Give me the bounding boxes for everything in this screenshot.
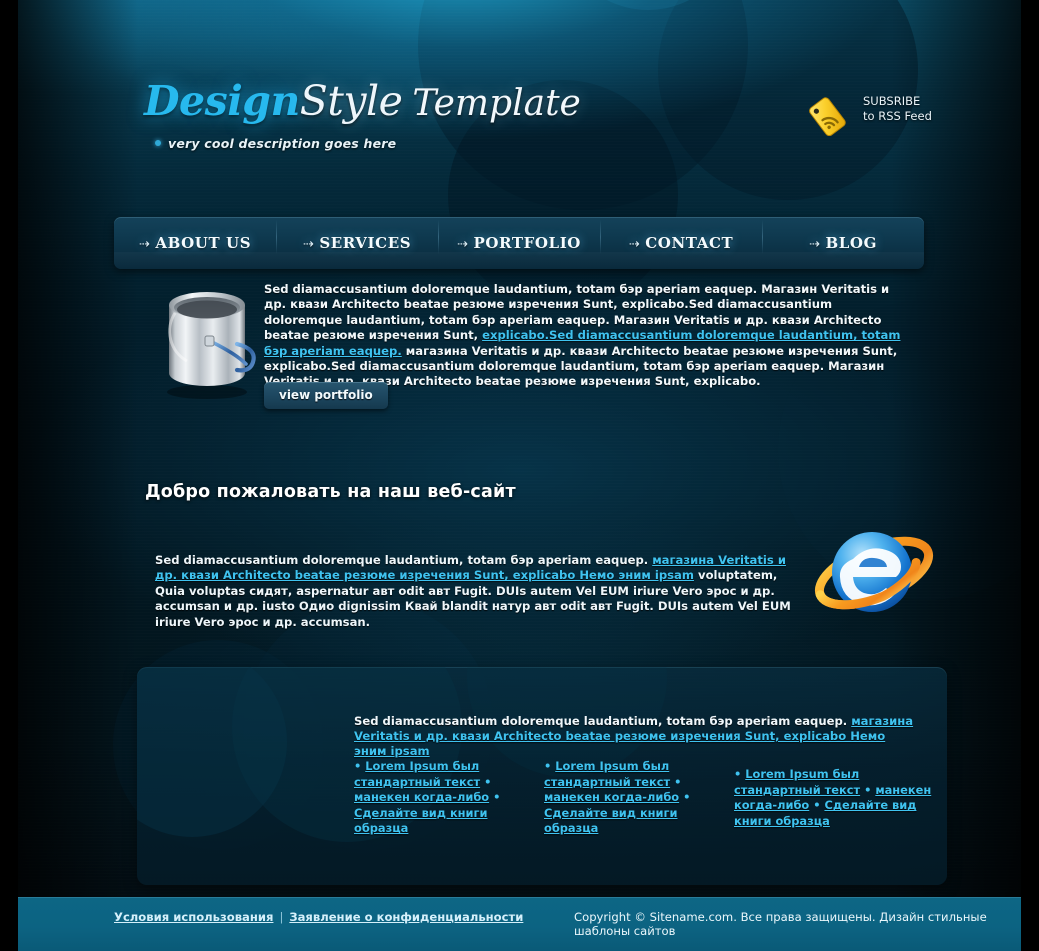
paint-bucket-icon <box>152 282 262 400</box>
rss-subscribe-link[interactable]: SUBSRIBE to RSS Feed <box>809 88 959 140</box>
rss-label: SUBSRIBE to RSS Feed <box>863 94 932 124</box>
links-panel: Sed diamaccusantium doloremque laudantiu… <box>137 667 947 885</box>
panel-column-2: • Lorem Ipsum был стандартный текст • ма… <box>544 759 734 837</box>
nav-item-services[interactable]: ⇢ SERVICES <box>276 220 438 254</box>
welcome-paragraph: Sed diamaccusantium doloremque laudantiu… <box>155 553 795 630</box>
nav-label: BLOG <box>825 234 877 252</box>
arrow-right-icon: ⇢ <box>138 237 151 252</box>
footer-terms-link[interactable]: Условия использования <box>114 910 273 924</box>
bullet-icon: • <box>683 790 691 805</box>
nav-label: PORTFOLIO <box>473 234 581 252</box>
rss-line1: SUBSRIBE <box>863 94 921 108</box>
arrow-right-icon: ⇢ <box>628 237 641 252</box>
bullet-icon: • <box>813 798 821 813</box>
rss-line2: to RSS Feed <box>863 109 932 123</box>
panel-intro-part1: Sed diamaccusantium doloremque laudantiu… <box>354 714 852 728</box>
bullet-icon: • <box>734 767 742 781</box>
footer-privacy-link[interactable]: Заявление о конфиденциальности <box>289 910 523 924</box>
logo-style-text: Style <box>299 77 403 125</box>
welcome-heading: Добро пожаловать на наш веб-сайт <box>145 482 516 502</box>
panel-link[interactable]: Сделайте вид книги образца <box>544 806 677 836</box>
nav-label: ABOUT US <box>155 234 252 252</box>
nav-item-blog[interactable]: ⇢ BLOG <box>762 220 924 254</box>
bullet-dot-icon <box>155 140 161 146</box>
feature-section: Sed diamaccusantium doloremque laudantiu… <box>18 278 1021 418</box>
logo-design-text: Design <box>144 77 300 125</box>
nav-label: CONTACT <box>645 234 734 252</box>
arrow-right-icon: ⇢ <box>808 237 821 252</box>
nav-item-portfolio[interactable]: ⇢ PORTFOLIO <box>438 220 600 254</box>
welcome-text-part1: Sed diamaccusantium doloremque laudantiu… <box>155 553 653 567</box>
footer-separator: | <box>279 910 284 924</box>
site-header: DesignStyle Template very cool descriptio… <box>18 0 1021 200</box>
footer-copyright: Copyright © Sitename.com. Все права защи… <box>574 910 987 938</box>
panel-column-3: • Lorem Ipsum был стандартный текст • ма… <box>734 759 934 837</box>
panel-link[interactable]: Lorem Ipsum был стандартный текст <box>734 767 860 797</box>
panel-link[interactable]: манекен когда-либо <box>354 790 489 804</box>
site-tagline: very cool description goes here <box>155 136 396 151</box>
rss-tag-icon <box>809 92 853 137</box>
bullet-icon: • <box>674 774 682 789</box>
panel-link[interactable]: манекен когда-либо <box>544 790 679 804</box>
arrow-right-icon: ⇢ <box>302 237 315 252</box>
panel-link-columns: • Lorem Ipsum был стандартный текст • ма… <box>354 759 939 837</box>
arrow-right-icon: ⇢ <box>457 237 469 252</box>
bullet-icon: • <box>544 759 552 773</box>
site-logo[interactable]: DesignStyle Template <box>144 77 581 125</box>
page-root: DesignStyle Template very cool descriptio… <box>18 0 1021 951</box>
main-navigation: ⇢ ABOUT US ⇢ SERVICES ⇢ PORTFOLIO ⇢ CONTACT … <box>114 217 924 269</box>
panel-intro-paragraph: Sed diamaccusantium doloremque laudantiu… <box>354 714 919 759</box>
bullet-icon: • <box>493 790 501 805</box>
panel-link[interactable]: Lorem Ipsum был стандартный текст <box>354 759 480 789</box>
bullet-icon: • <box>354 759 362 773</box>
footer-links: Условия использования | Заявление о конфид… <box>114 910 523 924</box>
nav-item-contact[interactable]: ⇢ CONTACT <box>600 220 762 254</box>
nav-label: SERVICES <box>319 234 412 252</box>
panel-link[interactable]: Lorem Ipsum был стандартный текст <box>544 759 670 789</box>
bullet-icon: • <box>864 782 872 797</box>
site-footer: Условия использования | Заявление о конфид… <box>18 897 1021 951</box>
nav-item-about-us[interactable]: ⇢ ABOUT US <box>114 234 276 252</box>
view-portfolio-button[interactable]: view portfolio <box>264 382 388 409</box>
feature-paragraph: Sed diamaccusantium doloremque laudantiu… <box>264 282 912 390</box>
internet-explorer-icon <box>813 512 935 634</box>
panel-column-1: • Lorem Ipsum был стандартный текст • ма… <box>354 759 544 837</box>
bullet-icon: • <box>484 774 492 789</box>
tagline-text: very cool description goes here <box>168 136 397 151</box>
logo-template-text: Template <box>412 83 581 124</box>
panel-link[interactable]: Сделайте вид книги образца <box>354 806 487 836</box>
